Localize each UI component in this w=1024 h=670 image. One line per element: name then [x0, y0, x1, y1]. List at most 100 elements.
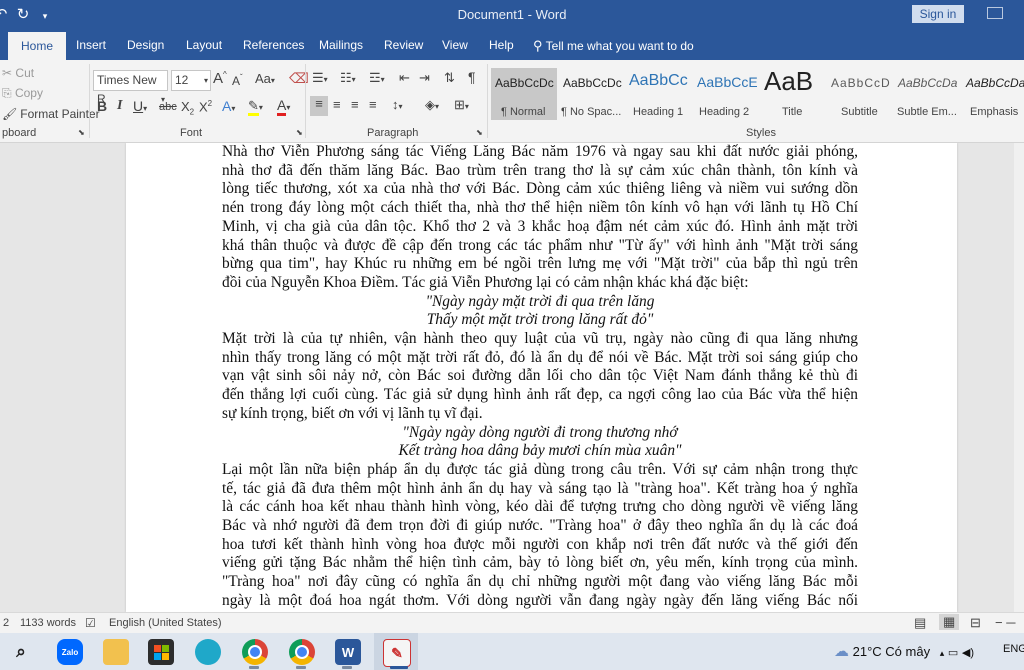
decrease-indent-icon[interactable]: ⇤ — [399, 70, 410, 86]
paragraph-line: ngày là một đoá hoa ngát thơm. Với dòng … — [222, 591, 858, 609]
cut-button[interactable]: ✂ Cut — [2, 66, 34, 80]
paragraph-line: nhà thơ đã đến thăm lăng Bác. Bao trùm t… — [222, 161, 858, 179]
language-indicator[interactable]: English (United States) — [109, 617, 222, 629]
paragraph-line: vạn vật sinh sôi nảy nở, còn Bác soi đườ… — [222, 367, 858, 385]
numbering-icon[interactable]: ☷▾ — [340, 70, 356, 86]
status-bar: 2 1133 words ☑ English (United States) ▤… — [0, 612, 1024, 634]
document-title: Document1 - Word — [457, 7, 567, 22]
style-title[interactable]: AaB Title — [760, 68, 826, 120]
italic-button[interactable]: I — [117, 98, 122, 114]
multilevel-list-icon[interactable]: ☲▾ — [369, 70, 385, 86]
clipboard-group-label: pboard — [2, 127, 37, 139]
chrome-profile-icon[interactable] — [289, 639, 315, 665]
tab-help[interactable]: Help — [489, 38, 514, 52]
paintbrush-icon: 🖌 — [2, 107, 18, 121]
chevron-up-icon[interactable]: ▴ — [940, 648, 945, 658]
tell-me-search[interactable]: ⚲ Tell me what you want to do — [533, 38, 694, 54]
tab-mailings[interactable]: Mailings — [319, 38, 363, 52]
tab-references[interactable]: References — [243, 38, 304, 52]
ribbon-display-options-icon[interactable] — [987, 7, 1003, 19]
line-spacing-icon[interactable]: ↕▾ — [392, 97, 403, 112]
font-group-label: Font — [180, 127, 203, 139]
shrink-font-button[interactable]: Aˇ — [232, 73, 243, 88]
format-painter-button[interactable]: 🖌 Format Painter — [2, 107, 100, 121]
lightbulb-icon: ⚲ — [533, 38, 543, 53]
vertical-scrollbar[interactable] — [1014, 143, 1024, 612]
bold-button[interactable]: B — [97, 98, 107, 114]
highlight-color-icon[interactable]: ✎▾ — [248, 98, 263, 116]
style-heading-2[interactable]: AaBbCcE Heading 2 — [693, 68, 757, 120]
tab-design[interactable]: Design — [127, 38, 164, 52]
search-icon[interactable]: ⌕ — [8, 639, 34, 665]
borders-icon[interactable]: ⊞▾ — [454, 97, 469, 113]
input-language[interactable]: ENG — [1003, 643, 1024, 655]
running-indicator — [296, 666, 306, 669]
read-mode-icon[interactable]: ▤ — [914, 615, 926, 631]
web-layout-icon[interactable]: ⊟ — [970, 615, 981, 631]
increase-indent-icon[interactable]: ⇥ — [419, 70, 430, 86]
word-count[interactable]: 1133 words — [20, 617, 76, 629]
font-name-dropdown[interactable]: Times New R ▾ — [93, 70, 168, 106]
ribbon-tabs: Home Insert Design Layout References Mai… — [0, 30, 1024, 60]
group-separator — [89, 64, 90, 138]
word-icon[interactable]: W — [335, 639, 361, 665]
page-indicator[interactable]: 2 — [3, 617, 9, 629]
dialog-launcher-icon[interactable]: ⬊ — [296, 128, 303, 137]
edge-icon[interactable] — [195, 639, 221, 665]
style-emphasis[interactable]: AaBbCcDa Emphasis — [962, 68, 1024, 120]
change-case-button[interactable]: Aa▾ — [255, 71, 275, 86]
tab-home[interactable]: Home — [8, 32, 66, 60]
weather-widget[interactable]: ☁ 21°C Có mây ▴ ▭ ◀) — [834, 642, 974, 660]
sort-icon[interactable]: ⇅ — [444, 70, 455, 86]
align-left-icon[interactable]: ≡ — [310, 96, 328, 116]
justify-icon[interactable]: ≡ — [369, 97, 377, 112]
align-right-icon[interactable]: ≡ — [351, 97, 359, 112]
subscript-button[interactable]: X2 — [181, 99, 194, 117]
grow-font-button[interactable]: A^ — [213, 70, 227, 87]
paint-icon[interactable]: ✎ — [383, 639, 411, 667]
document-body[interactable]: Nhà thơ Viễn Phương sáng tác Viếng Lăng … — [222, 143, 858, 611]
proofing-icon[interactable]: ☑ — [85, 616, 96, 630]
bullets-icon[interactable]: ☰▾ — [312, 70, 328, 86]
paragraph-line: hoa tươi kết thành hình vòng hoa được mỗ… — [222, 535, 858, 553]
battery-icon[interactable]: ▭ — [948, 647, 958, 659]
style-subtle-emphasis[interactable]: AaBbCcDa Subtle Em... — [894, 68, 962, 120]
show-formatting-marks-icon[interactable]: ¶ — [468, 69, 476, 85]
font-color-icon[interactable]: A▾ — [277, 97, 290, 116]
title-bar: ↶ ↻ ▾ Document1 - Word Sign in — [0, 0, 1024, 30]
text-effects-icon[interactable]: A▾ — [222, 98, 235, 114]
align-center-icon[interactable]: ≡ — [333, 97, 341, 112]
style-normal[interactable]: AaBbCcDc ¶ Normal — [491, 68, 557, 120]
dialog-launcher-icon[interactable]: ⬊ — [78, 128, 85, 137]
paragraph-line: tế, tác giả đã đưa thêm một hình ảnh ẩn … — [222, 479, 858, 497]
tab-view[interactable]: View — [442, 38, 468, 52]
zoom-slider[interactable]: − ─ — [995, 615, 1015, 630]
paragraph-line: Nhà thơ Viễn Phương sáng tác Viếng Lăng … — [222, 143, 858, 160]
copy-icon: ⎘ — [2, 86, 12, 100]
style-subtitle[interactable]: AaBbCcD Subtitle — [827, 68, 893, 120]
file-explorer-icon[interactable] — [103, 639, 129, 665]
underline-button[interactable]: U▾ — [133, 98, 147, 114]
style-no-spacing[interactable]: AaBbCcDc ¶ No Spac... — [559, 68, 625, 120]
taskbar: ⌕ Zalo W ✎ ☁ 21°C Có mây ▴ ▭ ◀) ENG — [0, 633, 1024, 670]
store-icon[interactable] — [148, 639, 174, 665]
dialog-launcher-icon[interactable]: ⬊ — [476, 128, 483, 137]
print-layout-icon[interactable]: ▦ — [939, 614, 960, 630]
sign-in-button[interactable]: Sign in — [912, 5, 964, 23]
zalo-icon[interactable]: Zalo — [57, 639, 83, 665]
poem-line: "Ngày ngày mặt trời đi qua trên lăng — [425, 292, 655, 310]
running-indicator — [342, 666, 352, 669]
style-heading-1[interactable]: AaBbCc Heading 1 — [625, 68, 691, 120]
temperature: 21°C — [852, 644, 882, 659]
shading-icon[interactable]: ◈▾ — [425, 97, 439, 113]
strikethrough-button[interactable]: abc — [159, 101, 177, 113]
tab-review[interactable]: Review — [384, 38, 423, 52]
tab-layout[interactable]: Layout — [186, 38, 222, 52]
chrome-icon[interactable] — [242, 639, 268, 665]
copy-button[interactable]: ⎘ Copy — [2, 86, 43, 101]
font-size-dropdown[interactable]: 12 ▾ — [171, 70, 211, 91]
volume-icon[interactable]: ◀) — [962, 647, 974, 659]
superscript-button[interactable]: X2 — [199, 99, 212, 114]
tab-insert[interactable]: Insert — [76, 38, 106, 52]
paragraph-line: nhìn thấy trong lăng có một mặt trời rất… — [222, 348, 858, 366]
